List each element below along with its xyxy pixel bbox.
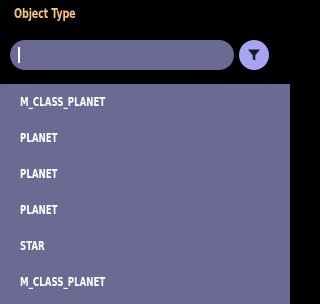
filter-button[interactable] [239,40,269,70]
search-row [10,40,282,71]
search-input[interactable] [10,40,234,70]
dropdown-title: Object Type [14,7,76,22]
list-item[interactable]: PLANET [0,156,290,192]
list-item[interactable]: M_CLASS_PLANET [0,264,290,300]
object-type-dropdown: Object Type M_CLASS_PLANET PLANET PLANET… [0,0,290,304]
filter-funnel-icon [248,49,260,61]
list-item[interactable]: PLANET [0,120,290,156]
list-item[interactable]: PLANET [0,192,290,228]
options-list: M_CLASS_PLANET PLANET PLANET PLANET STAR… [0,84,290,304]
text-caret [18,47,20,63]
list-item[interactable]: STAR [0,228,290,264]
list-item[interactable]: M_CLASS_PLANET [0,84,290,120]
